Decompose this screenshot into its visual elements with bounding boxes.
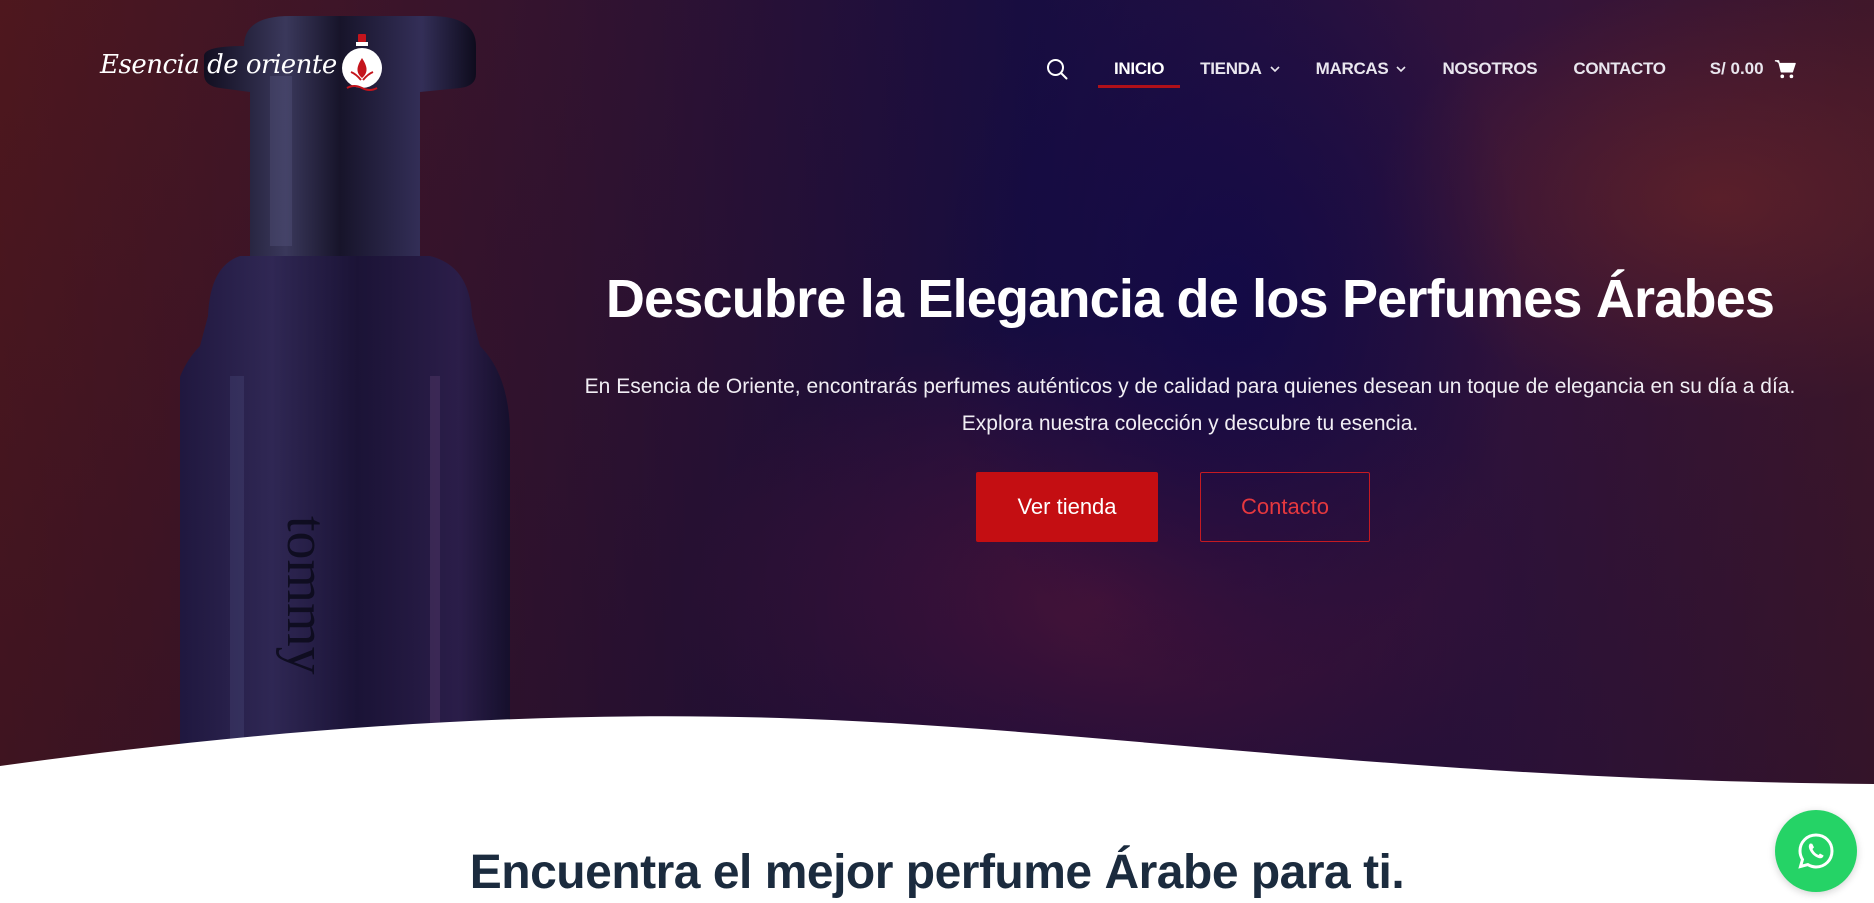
search-icon — [1047, 59, 1068, 80]
section-title: Encuentra el mejor perfume Árabe para ti… — [469, 846, 1405, 899]
chevron-down-icon — [1270, 66, 1280, 73]
site-header: Esencia de oriente INICIO TIENDA MARCAS — [0, 0, 1874, 130]
perfume-bottle-image: tommy — [180, 16, 510, 776]
hero-subtitle: En Esencia de Oriente, encontrarás perfu… — [560, 368, 1820, 442]
nav-item-contacto[interactable]: CONTACTO — [1573, 52, 1666, 86]
perfume-flask-icon — [341, 34, 382, 91]
nav-label: TIENDA — [1200, 59, 1262, 78]
ver-tienda-button[interactable]: Ver tienda — [976, 472, 1158, 542]
nav-label: INICIO — [1114, 59, 1165, 78]
site-logo[interactable]: Esencia de oriente — [100, 34, 385, 94]
nav-item-marcas[interactable]: MARCAS — [1316, 52, 1407, 86]
cart-icon — [1774, 60, 1796, 79]
nav-item-inicio[interactable]: INICIO — [1097, 52, 1181, 88]
chevron-down-icon — [1396, 66, 1407, 73]
cart-button[interactable]: S/ 0.00 — [1710, 52, 1796, 86]
hero-subtitle-line1: En Esencia de Oriente, encontrarás perfu… — [584, 375, 1796, 398]
whatsapp-button[interactable] — [1775, 810, 1857, 892]
hero-wave-divider — [0, 716, 1874, 790]
brand-name: Esencia de oriente — [100, 50, 337, 80]
hero-content: Descubre la Elegancia de los Perfumes Ár… — [560, 268, 1820, 542]
nav-label: NOSOTROS — [1442, 59, 1538, 78]
contacto-button[interactable]: Contacto — [1200, 472, 1370, 542]
nav-item-nosotros[interactable]: NOSOTROS — [1442, 52, 1537, 86]
whatsapp-icon — [1798, 833, 1834, 869]
bottle-engraving: tommy — [275, 516, 337, 675]
hero-buttons: Ver tienda Contacto — [526, 472, 1820, 542]
nav-label: MARCAS — [1315, 59, 1389, 78]
search-button[interactable] — [1040, 52, 1074, 86]
main-nav: INICIO TIENDA MARCAS NOSOTROS CONTACTO S… — [1040, 52, 1796, 88]
nav-item-tienda[interactable]: TIENDA — [1200, 52, 1280, 86]
nav-label: CONTACTO — [1573, 59, 1666, 78]
hero-title: Descubre la Elegancia de los Perfumes Ár… — [605, 269, 1775, 329]
cart-total: S/ 0.00 — [1709, 59, 1764, 78]
hero-subtitle-line2: Explora nuestra colección y descubre tu … — [961, 412, 1419, 435]
